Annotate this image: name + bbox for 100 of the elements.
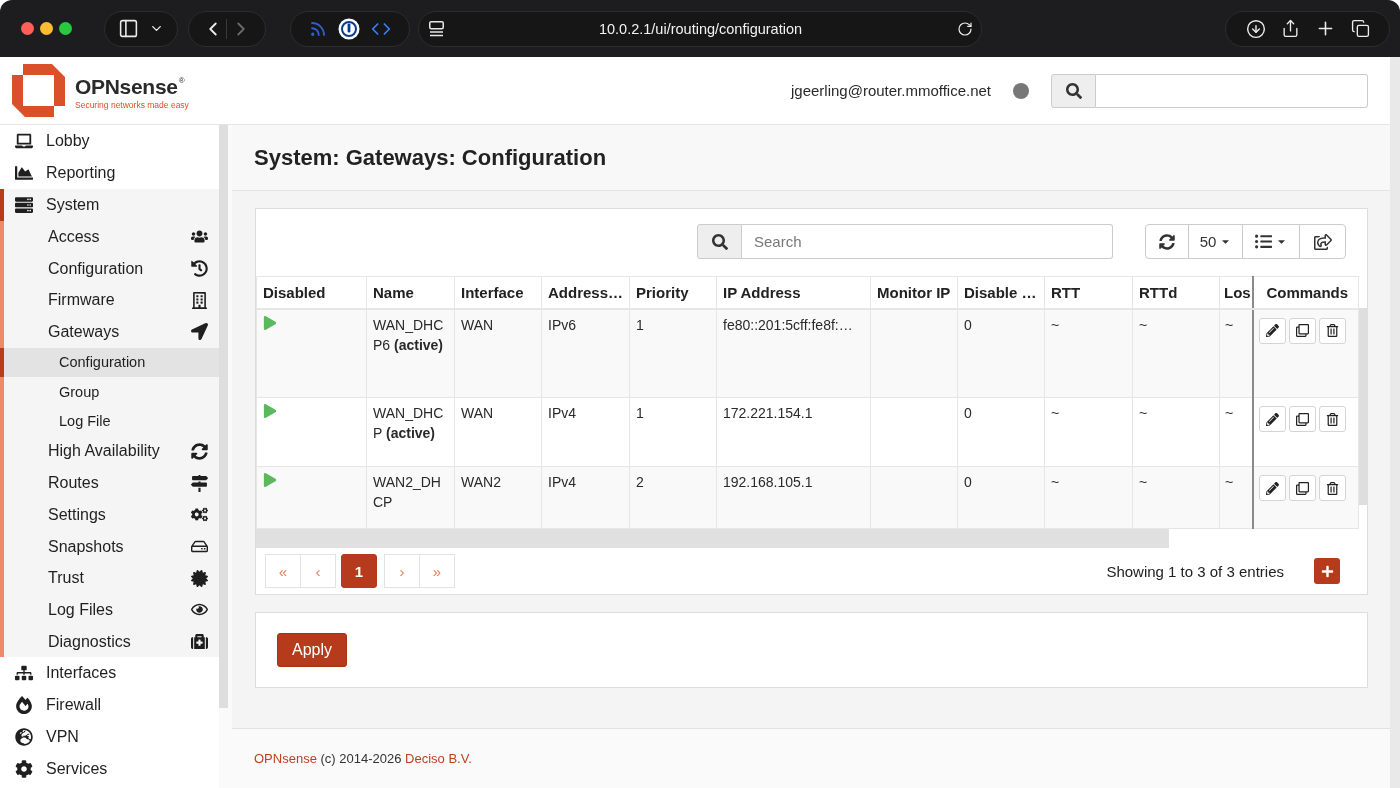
seal-icon: [191, 569, 208, 587]
table-cell: 1: [629, 397, 717, 467]
table-cell: ~: [1044, 308, 1133, 398]
delete-button[interactable]: [1318, 406, 1346, 432]
table-cell: 192.168.105.1: [716, 466, 871, 529]
copy-button[interactable]: [1288, 317, 1316, 344]
nav-item[interactable]: Firewall: [0, 689, 219, 722]
building-icon: [191, 291, 208, 309]
column-header[interactable]: Monitor IP: [870, 276, 958, 309]
logo-icon: [12, 64, 65, 117]
nav-item[interactable]: Services: [0, 753, 219, 786]
column-header[interactable]: Disabled: [256, 276, 367, 309]
brand-link[interactable]: OPNsense: [254, 751, 317, 766]
refresh-button[interactable]: [1145, 224, 1189, 259]
reload-button[interactable]: [957, 20, 973, 37]
user-link[interactable]: jgeerling@router.mmoffice.net: [790, 82, 991, 99]
server-icon: [15, 196, 33, 214]
edit-button[interactable]: [1258, 317, 1286, 344]
medkit-icon: [191, 633, 208, 651]
delete-button[interactable]: [1318, 475, 1346, 501]
copy-icon: [1295, 481, 1309, 495]
sync-icon: [191, 443, 208, 460]
export-button[interactable]: [1299, 224, 1346, 259]
table-cell: 0: [957, 308, 1045, 398]
copy-icon: [1295, 412, 1309, 426]
search-icon: [1065, 82, 1082, 99]
edit-button[interactable]: [1258, 406, 1286, 432]
brand-tagline: Securing networks made easy: [75, 99, 189, 111]
column-header[interactable]: Disable …: [957, 276, 1045, 309]
pencil-icon: [1265, 324, 1279, 337]
column-header[interactable]: RTTd: [1132, 276, 1220, 309]
columns-button[interactable]: [1242, 224, 1300, 259]
zoom-button[interactable]: [59, 22, 72, 35]
trash-icon: [1325, 481, 1339, 495]
plus-icon: [1320, 564, 1334, 578]
tabs-icon: [1350, 19, 1370, 38]
brand-name: OPNsense: [75, 76, 178, 98]
delete-button[interactable]: [1318, 317, 1346, 344]
panel-icon: [118, 18, 139, 39]
column-header[interactable]: Address…: [541, 276, 630, 309]
column-header[interactable]: Commands: [1252, 276, 1359, 309]
sidebar-toggle-button[interactable]: [104, 10, 178, 47]
download-button[interactable]: [1245, 18, 1266, 39]
copy-icon: [1295, 324, 1309, 337]
table-cell: IPv4: [541, 397, 630, 467]
edit-button[interactable]: [1258, 475, 1286, 501]
search-icon: [711, 233, 728, 250]
address-bar[interactable]: 10.0.2.1/ui/routing/configuration: [418, 10, 982, 47]
table-cell: WAN2: [454, 466, 542, 529]
scrollbar[interactable]: [1390, 57, 1400, 788]
table-cell: IPv6: [541, 308, 630, 398]
table-cell: ~: [1132, 397, 1220, 467]
copy-button[interactable]: [1288, 475, 1316, 501]
page-size-button[interactable]: 50: [1188, 224, 1243, 259]
globe-icon: [15, 728, 33, 747]
scrollbar[interactable]: [256, 529, 1169, 548]
share-button[interactable]: [1280, 19, 1300, 38]
close-button[interactable]: [21, 22, 34, 35]
column-header[interactable]: IP Address: [716, 276, 871, 309]
table-cell: WAN: [454, 397, 542, 467]
feed-icon: [308, 19, 327, 38]
table-cell: 0: [957, 397, 1045, 467]
search-field[interactable]: [1096, 73, 1368, 108]
column-header[interactable]: Interface: [454, 276, 542, 309]
extension-button[interactable]: [338, 17, 360, 40]
reader-button[interactable]: [429, 20, 444, 37]
column-header[interactable]: Los: [1219, 276, 1253, 309]
nav-item[interactable]: Configuration: [0, 347, 219, 378]
nav-item[interactable]: Lobby: [0, 125, 219, 157]
column-header[interactable]: Priority: [629, 276, 717, 309]
list-icon: [1255, 233, 1272, 250]
scrollbar[interactable]: [1359, 308, 1368, 505]
table-cell: ~: [1132, 308, 1220, 398]
company-link[interactable]: Deciso B.V.: [405, 751, 472, 766]
search-field[interactable]: Search: [742, 224, 1113, 259]
gear-icon: [15, 760, 33, 779]
tabs-button[interactable]: [1350, 19, 1370, 38]
table-cell: ~: [1132, 466, 1220, 529]
apply-button[interactable]: Apply: [277, 633, 348, 667]
nav-item[interactable]: Reporting: [0, 157, 219, 189]
column-header[interactable]: Name: [366, 276, 455, 309]
minimize-button[interactable]: [40, 22, 53, 35]
reload-icon: [957, 20, 973, 37]
search-button[interactable]: [1051, 73, 1096, 108]
page-button[interactable]: 1: [341, 554, 377, 588]
page-title: System: Gateways: Configuration: [254, 144, 607, 171]
nav-item[interactable]: Interfaces: [0, 657, 219, 690]
copy-button[interactable]: [1288, 406, 1316, 432]
column-header[interactable]: RTT: [1044, 276, 1133, 309]
table-cell: WAN_DHCP (active): [366, 397, 455, 467]
status-dot-icon: [1013, 82, 1029, 99]
trash-icon: [1325, 324, 1339, 337]
table-cell: WAN: [454, 308, 542, 398]
entries-info: Showing 1 to 3 of 3 entries: [1106, 562, 1284, 580]
registered-mark: ®: [178, 76, 185, 86]
share-icon: [1280, 19, 1300, 38]
add-button[interactable]: [1314, 558, 1340, 584]
scrollbar[interactable]: [219, 125, 228, 708]
download-icon: [1245, 18, 1266, 39]
nav-item[interactable]: VPN: [0, 721, 219, 754]
